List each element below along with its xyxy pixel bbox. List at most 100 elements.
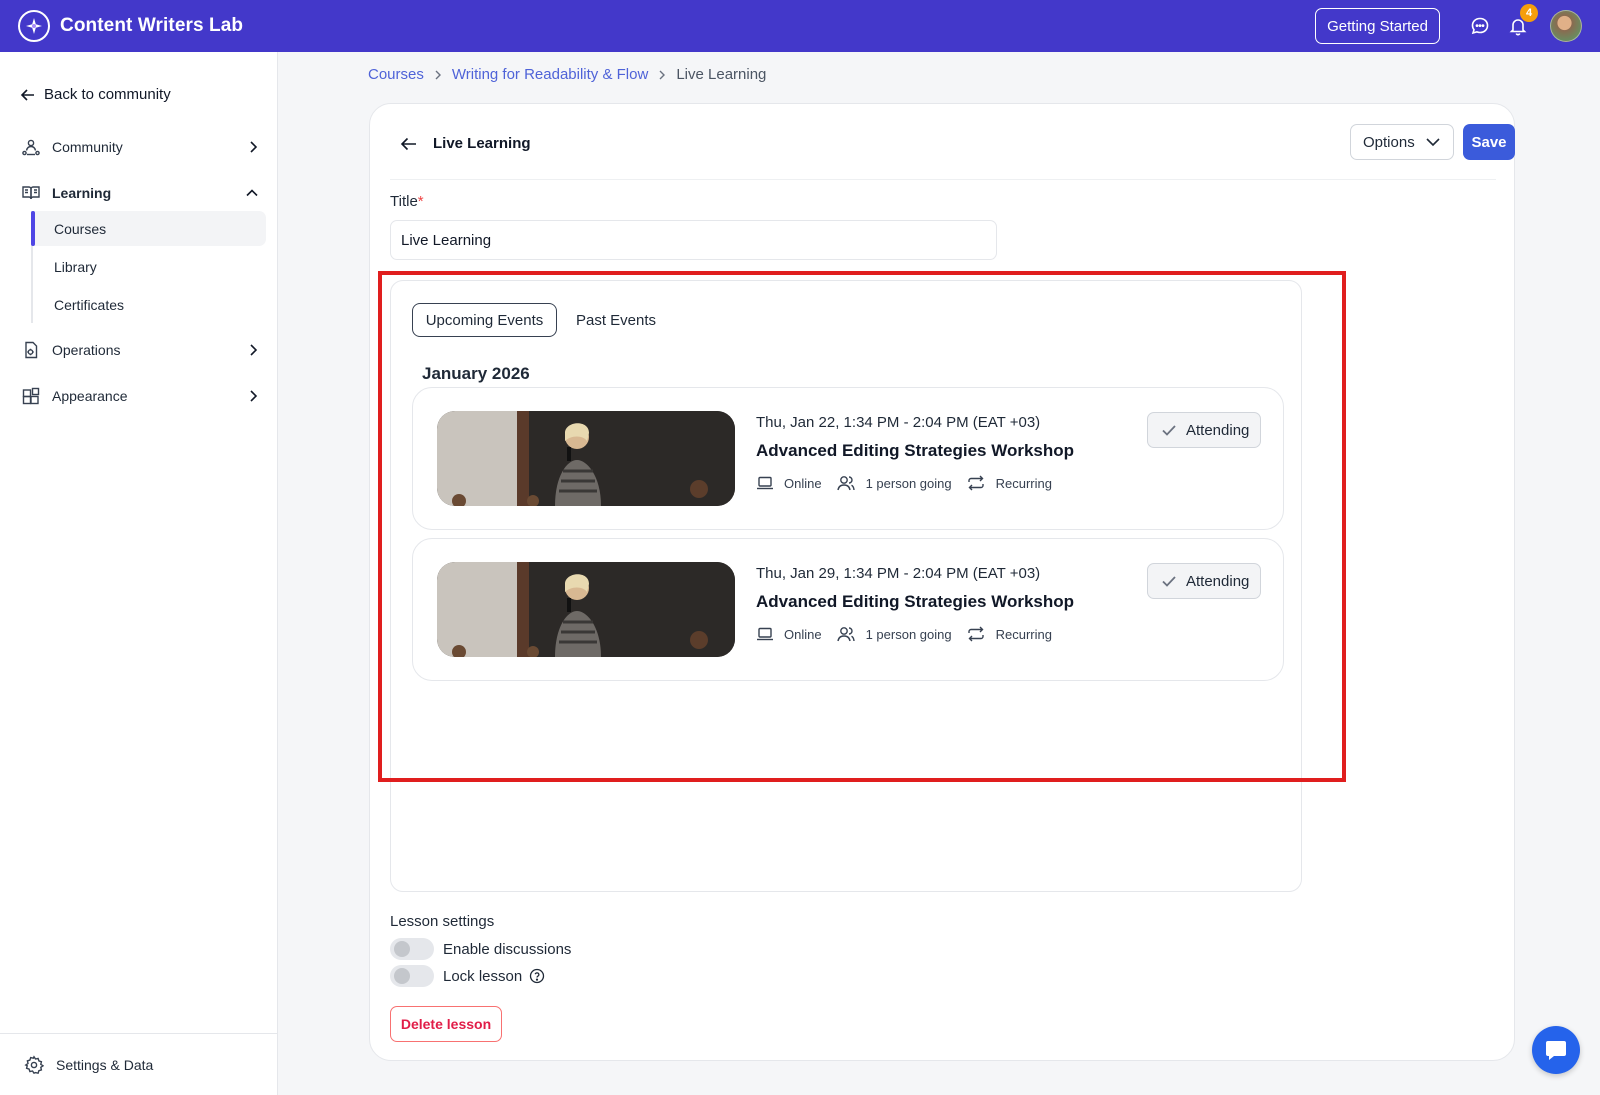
attending-button[interactable]: Attending — [1147, 563, 1261, 599]
users-icon — [836, 476, 855, 491]
event-title[interactable]: Advanced Editing Strategies Workshop — [756, 592, 1074, 612]
event-card[interactable]: Thu, Jan 22, 1:34 PM - 2:04 PM (EAT +03)… — [412, 387, 1284, 530]
breadcrumb-current: Live Learning — [676, 66, 767, 83]
options-label: Options — [1363, 133, 1415, 151]
tab-upcoming-events[interactable]: Upcoming Events — [412, 303, 557, 337]
event-location: Online — [756, 475, 822, 491]
event-location: Online — [756, 626, 822, 642]
event-recurrence: Recurring — [966, 625, 1052, 643]
getting-started-button[interactable]: Getting Started — [1315, 8, 1440, 44]
sidebar: Back to community Community Learning Cou… — [0, 52, 278, 1095]
attending-button[interactable]: Attending — [1147, 412, 1261, 448]
events-panel: Upcoming Events Past Events January 2026 — [390, 280, 1302, 892]
lesson-editor-card: Live Learning Options Save Title* Live L… — [369, 103, 1515, 1061]
bell-icon[interactable]: 4 — [1506, 4, 1538, 38]
chevron-up-icon — [246, 189, 258, 197]
event-thumbnail — [437, 562, 735, 657]
lesson-editor-header: Live Learning Options Save — [390, 124, 1515, 180]
sidebar-item-learning[interactable]: Learning — [20, 178, 260, 208]
settings-and-data-link[interactable]: Settings & Data — [0, 1033, 278, 1095]
check-icon — [1162, 425, 1176, 436]
laptop-icon — [757, 627, 773, 641]
lock-lesson-toggle[interactable] — [390, 965, 434, 987]
appearance-icon — [20, 385, 42, 407]
event-location-label: Online — [784, 626, 822, 642]
event-recurrence-label: Recurring — [995, 626, 1052, 642]
month-heading: January 2026 — [422, 364, 530, 383]
sidebar-item-label: Operations — [52, 342, 121, 358]
operations-icon — [20, 339, 42, 361]
event-attendees: 1 person going — [836, 474, 952, 492]
top-bar: Content Writers Lab Getting Started 4 — [0, 0, 1600, 52]
breadcrumb-course[interactable]: Writing for Readability & Flow — [452, 66, 648, 83]
event-going-label: 1 person going — [865, 475, 952, 491]
event-title[interactable]: Advanced Editing Strategies Workshop — [756, 441, 1074, 461]
user-avatar[interactable] — [1550, 10, 1582, 42]
lesson-title-heading: Live Learning — [433, 135, 531, 152]
lesson-settings-label: Lesson settings — [390, 913, 495, 930]
delete-lesson-button[interactable]: Delete lesson — [390, 1006, 502, 1042]
breadcrumb-courses[interactable]: Courses — [368, 66, 424, 83]
event-card[interactable]: Thu, Jan 29, 1:34 PM - 2:04 PM (EAT +03)… — [412, 538, 1284, 681]
users-icon — [836, 627, 855, 642]
sidebar-subitem-courses[interactable]: Courses — [31, 211, 266, 246]
chevron-right-icon — [433, 69, 443, 81]
breadcrumb: Courses Writing for Readability & Flow L… — [368, 66, 766, 83]
chevron-down-icon — [1426, 138, 1440, 147]
subitem-label: Certificates — [54, 296, 125, 313]
sidebar-subitem-certificates[interactable]: Certificates — [33, 287, 266, 322]
check-icon — [1162, 576, 1176, 587]
event-going-label: 1 person going — [865, 626, 952, 642]
chevron-right-icon — [657, 69, 667, 81]
subitem-label: Library — [54, 258, 97, 275]
back-to-community-link[interactable]: Back to community — [20, 86, 171, 103]
sidebar-item-appearance[interactable]: Appearance — [20, 381, 260, 411]
attending-label: Attending — [1186, 421, 1250, 439]
gear-icon — [24, 1054, 44, 1074]
title-label-text: Title — [390, 193, 418, 210]
back-to-community-label: Back to community — [44, 86, 171, 103]
message-icon — [1546, 1041, 1566, 1060]
arrow-left-icon[interactable] — [400, 135, 418, 153]
settings-and-data-label: Settings & Data — [56, 1056, 154, 1073]
notification-badge: 4 — [1520, 4, 1538, 22]
enable-discussions-row: Enable discussions — [390, 938, 571, 960]
required-mark: * — [417, 193, 424, 210]
brand[interactable]: Content Writers Lab — [18, 10, 243, 42]
event-location-label: Online — [784, 475, 822, 491]
sidebar-item-label: Community — [52, 139, 123, 155]
save-button[interactable]: Save — [1463, 124, 1515, 160]
help-circle-icon[interactable] — [529, 968, 545, 984]
sidebar-subitem-library[interactable]: Library — [33, 249, 266, 284]
event-meta: Online 1 person going Recurring — [756, 625, 1066, 643]
sidebar-item-community[interactable]: Community — [20, 132, 260, 162]
book-icon — [20, 182, 42, 204]
event-date: Thu, Jan 29, 1:34 PM - 2:04 PM (EAT +03) — [756, 565, 1041, 582]
enable-discussions-toggle[interactable] — [390, 938, 434, 960]
chevron-right-icon — [250, 344, 258, 356]
app-name: Content Writers Lab — [60, 15, 244, 36]
tab-past-events[interactable]: Past Events — [576, 303, 656, 337]
repeat-icon — [967, 626, 984, 642]
event-recurrence-label: Recurring — [995, 475, 1052, 491]
event-meta: Online 1 person going Recurring — [756, 474, 1066, 492]
options-dropdown[interactable]: Options — [1350, 124, 1454, 160]
support-chat-button[interactable] — [1532, 1026, 1580, 1074]
event-date: Thu, Jan 22, 1:34 PM - 2:04 PM (EAT +03) — [756, 414, 1041, 431]
chevron-right-icon — [250, 141, 258, 153]
attending-label: Attending — [1186, 572, 1250, 590]
event-attendees: 1 person going — [836, 625, 952, 643]
community-icon — [20, 136, 42, 158]
sidebar-item-operations[interactable]: Operations — [20, 335, 260, 365]
title-field-label: Title* — [390, 193, 424, 210]
subitem-label: Courses — [54, 220, 107, 237]
event-thumbnail — [437, 411, 735, 506]
sidebar-item-label: Learning — [52, 185, 112, 201]
repeat-icon — [967, 475, 984, 491]
title-input[interactable]: Live Learning — [390, 220, 997, 260]
sidebar-item-label: Appearance — [52, 388, 128, 404]
chat-icon[interactable] — [1468, 14, 1492, 38]
arrow-left-icon — [20, 88, 34, 101]
lock-lesson-label: Lock lesson — [443, 967, 523, 985]
enable-discussions-label: Enable discussions — [443, 940, 572, 958]
